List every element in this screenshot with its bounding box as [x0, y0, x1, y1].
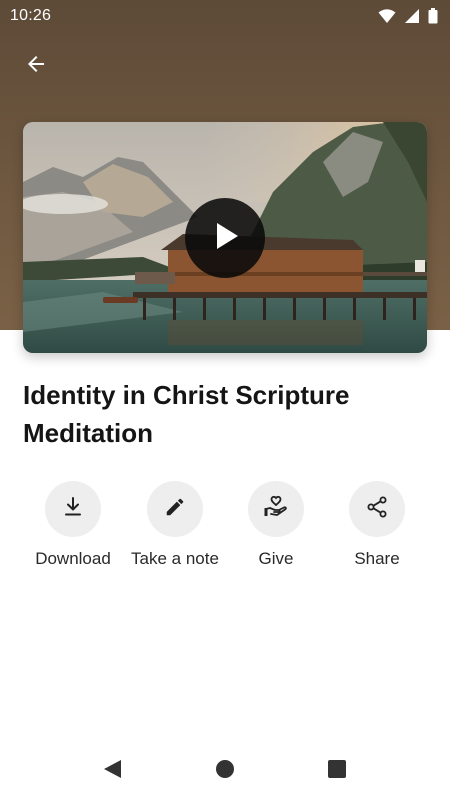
share-icon — [365, 495, 389, 524]
nav-back-button[interactable] — [98, 757, 126, 785]
nav-home-button[interactable] — [211, 757, 239, 785]
share-circle — [349, 481, 405, 537]
nav-recents-button[interactable] — [323, 757, 351, 785]
system-nav-bar — [0, 740, 450, 800]
download-circle — [45, 481, 101, 537]
wifi-icon — [378, 8, 396, 29]
give-button[interactable]: Give — [221, 481, 331, 581]
share-label: Share — [354, 549, 400, 568]
status-icons — [378, 8, 438, 29]
take-a-note-button[interactable]: Take a note — [120, 481, 230, 581]
download-icon — [61, 495, 85, 524]
take-a-note-label: Take a note — [131, 549, 219, 568]
page-title: Identity in Christ Scripture Meditation — [23, 380, 350, 448]
give-circle — [248, 481, 304, 537]
signal-icon — [404, 8, 420, 29]
share-button[interactable]: Share — [322, 481, 432, 581]
download-button[interactable]: Download — [18, 481, 128, 581]
play-icon — [208, 219, 242, 258]
action-row: Download Take a note Give Share — [0, 481, 450, 581]
play-button[interactable] — [185, 198, 265, 278]
take-a-note-circle — [147, 481, 203, 537]
give-label: Give — [258, 549, 294, 568]
battery-icon — [428, 8, 438, 29]
recents-square-icon — [327, 759, 347, 784]
download-label: Download — [35, 549, 111, 568]
media-thumbnail[interactable] — [23, 122, 427, 353]
pencil-icon — [164, 496, 186, 523]
home-circle-icon — [215, 759, 235, 784]
status-bar: 10:26 — [0, 0, 450, 32]
back-button[interactable] — [18, 48, 54, 84]
back-triangle-icon — [101, 758, 123, 785]
arrow-left-icon — [24, 52, 48, 81]
status-time: 10:26 — [10, 7, 52, 24]
give-heart-hand-icon — [263, 494, 289, 525]
